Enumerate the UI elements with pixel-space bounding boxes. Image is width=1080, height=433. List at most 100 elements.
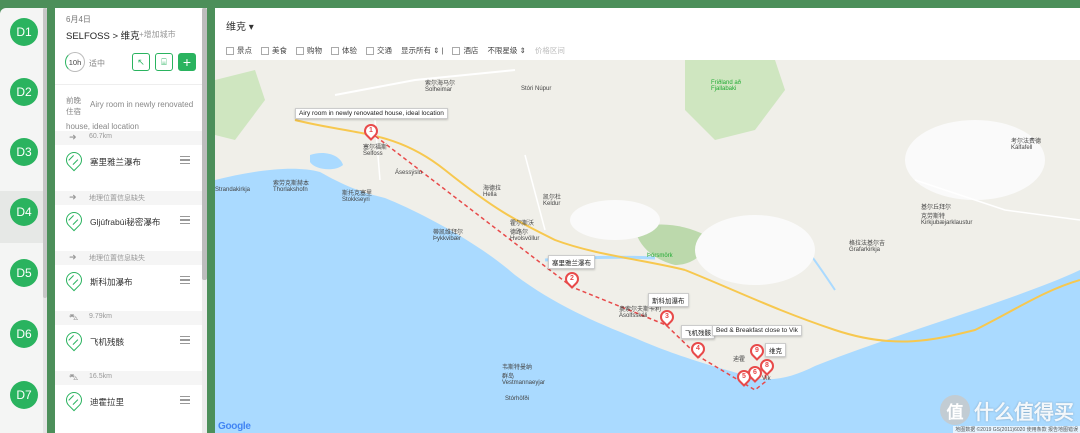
itinerary-scrollbar[interactable] (202, 8, 207, 433)
route-title: SELFOSS > 维克 (66, 31, 140, 42)
distance-row: ⛍ 16.5km (55, 371, 202, 385)
map-tooltip-plane-wreck: 飞机残骸 (681, 325, 715, 339)
day-button-5[interactable]: D5 (10, 259, 38, 287)
drag-handle-icon[interactable] (180, 216, 190, 224)
star-select-value: 不限星级 (487, 46, 518, 55)
map-label-aspessyslu: Ásessýslu (395, 170, 423, 176)
location-pin-icon (62, 208, 86, 232)
map-label-storinupur: Stóri Núpur (521, 86, 552, 92)
filter-label: 体验 (342, 46, 357, 55)
map-label-hella: 海德拉 Hella (483, 186, 502, 198)
navigate-button[interactable]: ↖ (132, 53, 150, 71)
glacier (695, 215, 815, 285)
map-canvas[interactable]: 塞尔福斯 Selfoss 索劳克斯赫本 Thorlakshofn 斯托克塞里 Stok… (215, 60, 1080, 433)
itinerary-item[interactable]: 飞机残骸 (55, 325, 202, 359)
filter-label: 景点 (237, 46, 252, 55)
map-label-thorlakshofn: 索劳克斯赫本 Thorlakshofn (273, 181, 310, 193)
map-label-vestmannaeyjar: 韦斯特曼纳 群岛 Vestmannaeyjar (502, 365, 546, 386)
day-rail: D1 D2 D3 D4 D5 D6 D7 (0, 8, 47, 433)
hotel-button[interactable]: ⌸ (155, 53, 173, 71)
day-button-1[interactable]: D1 (10, 18, 38, 46)
car-icon: ⛍ (69, 312, 79, 322)
display-select-value: 显示所有 (401, 46, 431, 55)
park (685, 60, 785, 140)
map-tooltip-skogafoss: 斯科加瀑布 (648, 293, 689, 307)
watermark-logo: 值 (940, 395, 970, 425)
day-button-6[interactable]: D6 (10, 320, 38, 348)
lake (310, 153, 343, 170)
location-pin-icon (62, 148, 86, 172)
star-select[interactable]: 不限星级 ⇕ (487, 45, 525, 56)
map-copyright[interactable]: 地图数据 ©2019 GS(2011)6020 使用条款 报告地图错误 (953, 426, 1080, 433)
lodging-label: 住宿 (66, 107, 81, 116)
itinerary-item-name: 飞机残骸 (90, 337, 125, 347)
watermark-text: 什么值得买 (974, 401, 1074, 424)
filter-sight[interactable]: 景点 (226, 45, 252, 56)
checkbox[interactable] (331, 46, 339, 55)
map-label-hvolsvollur: 霍尔斯沃 德路尔 Hvolsvöllur (510, 221, 540, 242)
drag-handle-icon[interactable] (180, 276, 190, 284)
itinerary-panel: 6月4日 SELFOSS > 维克 +增加城市 10h 适中 ↖ ⌸ + 前晚 … (55, 8, 207, 433)
distance-text: 9.79km (89, 313, 112, 320)
distance-text: 地理位置信息缺失 (89, 195, 145, 202)
filter-row: 景点 美食 购物 体验 交通 显示所有 ⇕ | 酒店 不限星级 ⇕ 价格区间 (226, 45, 574, 56)
checkbox[interactable] (452, 46, 461, 55)
city-select[interactable]: 维克 ▾ (226, 18, 254, 33)
day-button-2[interactable]: D2 (10, 78, 38, 106)
glacier (905, 120, 1045, 200)
filter-food[interactable]: 美食 (261, 45, 287, 56)
itinerary-item[interactable]: 塞里雅兰瀑布 (55, 145, 202, 179)
sort-icon: ⇕ (519, 46, 526, 55)
display-select[interactable]: 显示所有 ⇕ | (401, 45, 443, 56)
checkbox[interactable] (366, 46, 374, 55)
filter-hotel[interactable]: 酒店 (452, 45, 478, 56)
bed-icon: ⌸ (161, 56, 167, 67)
itinerary-item[interactable]: 迪霍拉里 (55, 385, 202, 419)
drag-handle-icon[interactable] (180, 156, 190, 164)
map-panel: 维克 ▾ 景点 美食 购物 体验 交通 显示所有 ⇕ | 酒店 不限星级 ⇕ 价… (215, 8, 1080, 433)
filter-shopping[interactable]: 购物 (296, 45, 322, 56)
day-button-7[interactable]: D7 (10, 381, 38, 409)
park (215, 70, 265, 140)
plus-icon: + (182, 54, 192, 70)
itinerary-item[interactable]: Gljúfrabúi秘密瀑布 (55, 205, 202, 239)
checkbox[interactable] (296, 46, 304, 55)
filter-transport[interactable]: 交通 (366, 45, 392, 56)
map-label-kalfafell: 考尔法费德 Kálfafell (1011, 139, 1042, 151)
distance-row: ➜ 地理位置信息缺失 (55, 191, 202, 205)
city-select-value: 维克 (226, 22, 246, 33)
map-label-dyrholaey: 迪霍 (733, 357, 746, 363)
map-label-kirkjubaer: 基尔丘拜尔 克劳斯特 Kirkjubæjarklaustur (921, 205, 973, 226)
itinerary-date: 6月4日 (66, 15, 91, 24)
google-logo: Google (218, 421, 251, 432)
itinerary-item-name: 斯科加瀑布 (90, 277, 133, 287)
location-pin-icon (62, 268, 86, 292)
glacier (570, 200, 660, 240)
itinerary-item[interactable]: 斯科加瀑布 (55, 265, 202, 299)
add-city-link[interactable]: +增加城市 (139, 29, 176, 40)
map-label-strandakirkja: Strandakirkja (215, 187, 251, 193)
drag-handle-icon[interactable] (180, 396, 190, 404)
map-label-vik: Vík (762, 376, 771, 382)
price-select[interactable]: 价格区间 (535, 45, 565, 56)
day-button-3[interactable]: D3 (10, 138, 38, 166)
drag-handle-icon[interactable] (180, 336, 190, 344)
lodging-name-cont: house, ideal location (66, 122, 139, 131)
map-label-solheimar: 索尔海马尔 Solheimar (425, 81, 456, 93)
checkbox[interactable] (226, 46, 234, 55)
itinerary-item-name: 塞里雅兰瀑布 (90, 157, 142, 167)
day-button-4[interactable]: D4 (10, 198, 38, 226)
arrow-right-icon: ➜ (69, 192, 77, 202)
distance-text: 16.5km (89, 373, 112, 380)
filter-label: 美食 (272, 46, 287, 55)
add-item-button[interactable]: + (178, 53, 196, 71)
lodging-name[interactable]: Airy room in newly renovated (90, 100, 193, 109)
map-header: 维克 ▾ 景点 美食 购物 体验 交通 显示所有 ⇕ | 酒店 不限星级 ⇕ 价… (215, 8, 1080, 60)
checkbox[interactable] (261, 46, 269, 55)
day-rail-scrollbar[interactable] (43, 8, 47, 433)
map-label-thykkvibaer: 蒂凯维拜尔 Þykkvibær (433, 230, 464, 242)
filter-experience[interactable]: 体验 (331, 45, 357, 56)
map-label-keldur: 凯尔杜 Keldur (543, 195, 562, 207)
watermark: 值 什么值得买 (940, 395, 1074, 425)
location-pin-icon (62, 328, 86, 352)
